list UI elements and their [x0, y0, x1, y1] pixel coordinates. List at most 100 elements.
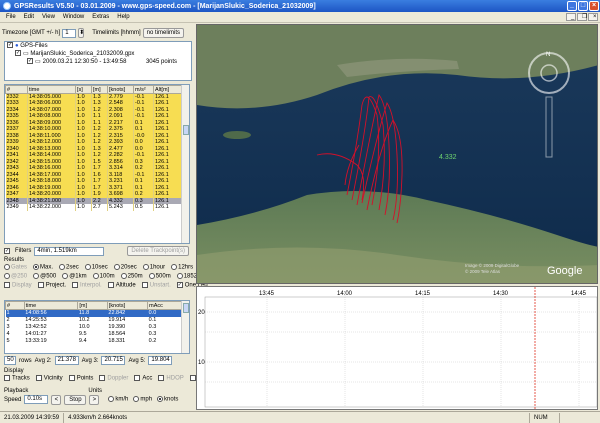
trackpoint-row[interactable]: 2342 14:38:15.000 1.0 1.5 2.856 0.3 126.1 [5, 158, 184, 165]
results-option[interactable]: Unstart. [141, 282, 171, 289]
trackpoint-row[interactable]: 2333 14:38:06.000 1.0 1.3 2.548 -0.1 126.1 [5, 100, 184, 107]
grid-col-header[interactable]: [s] [75, 85, 92, 94]
checkbox[interactable]: ✓ [176, 282, 183, 289]
results-table[interactable]: # time [m] [knots] mAcc 1 14:08:56 11.8 22.842 0… [4, 300, 190, 354]
display-option[interactable]: Acc [134, 375, 152, 382]
radio-button[interactable] [33, 264, 40, 271]
results-option[interactable]: 1hour [142, 264, 165, 271]
trackpoint-row[interactable]: 2336 14:38:09.000 1.0 1.1 2.217 0.1 126.1 [5, 119, 184, 126]
trackpoint-row[interactable]: 2339 14:38:12.000 1.0 1.2 2.393 0.0 126.1 [5, 139, 184, 146]
tree-session-checkbox[interactable]: ✓ [27, 58, 33, 64]
radio-button[interactable] [4, 264, 10, 271]
tree-file[interactable]: ✓ ▭ MarijanSlukic_Soderica_21032009.gpx [5, 50, 191, 58]
speed-graph[interactable]: 13:45 14:00 14:15 14:30 14:45 20 10 [196, 286, 598, 410]
trackpoint-row[interactable]: 2334 14:38:07.000 1.0 1.2 2.308 -0.1 126.1 [5, 106, 184, 113]
display-option[interactable]: Doppler [99, 375, 128, 382]
grid-scrollbar[interactable] [181, 85, 189, 243]
radio-button[interactable] [113, 264, 120, 271]
results-option[interactable]: Gates [4, 264, 27, 271]
results-row[interactable]: 3 13:42:52 10.0 19.390 0.3 [6, 324, 183, 331]
results-scrollbar[interactable] [181, 301, 189, 353]
radio-button[interactable] [133, 396, 140, 403]
results-option[interactable]: 12hrs [171, 264, 193, 271]
display-option[interactable]: Tracks [4, 375, 30, 382]
checkbox[interactable] [37, 282, 44, 289]
trackpoint-row[interactable]: 2335 14:38:08.000 1.0 1.1 2.091 -0.1 126.1 [5, 113, 184, 120]
menu-file[interactable]: File [2, 14, 20, 20]
results-col-header[interactable]: mAcc [147, 301, 183, 310]
play-back-button[interactable]: < [51, 394, 62, 405]
trackpoint-row[interactable]: 2340 14:38:13.000 1.0 1.3 2.477 0.0 126.1 [5, 145, 184, 152]
close-button[interactable]: × [589, 1, 599, 11]
results-option[interactable]: @500 [33, 273, 56, 280]
map-view[interactable]: N 4.332 Image © 2009 DigitalGlobe © 2009… [196, 24, 598, 284]
timezone-input[interactable]: 1 [62, 28, 77, 38]
results-option[interactable]: Interpol. [72, 282, 102, 289]
radio-button[interactable] [148, 273, 155, 280]
menu-window[interactable]: Window [59, 14, 88, 20]
checkbox[interactable] [158, 375, 165, 382]
trackpoint-row[interactable]: 2332 14:38:05.000 1.0 1.3 2.779 -0.1 126.1 [5, 93, 184, 100]
results-row[interactable]: 2 14:25:53 10.2 19.914 0.1 [6, 317, 183, 324]
results-option[interactable]: 500m [148, 273, 171, 280]
no-timelimits-button[interactable]: no timelimits [142, 28, 184, 38]
unit-option[interactable]: mph [133, 396, 152, 403]
checkbox[interactable] [107, 282, 114, 289]
grid-col-header[interactable]: # [5, 85, 28, 94]
speed-select[interactable]: 0.10s [24, 395, 49, 404]
trackpoint-row[interactable]: 2341 14:38:14.000 1.0 1.2 2.282 -0.1 126.1 [5, 152, 184, 159]
menu-edit[interactable]: Edit [20, 14, 38, 20]
checkbox[interactable] [141, 282, 148, 289]
radio-button[interactable] [4, 273, 10, 280]
radio-button[interactable] [33, 273, 40, 280]
radio-button[interactable] [108, 396, 115, 403]
menu-help[interactable]: Help [113, 14, 133, 20]
results-row[interactable]: 5 13:33:19 9.4 18.331 0.2 [6, 338, 183, 345]
display-option[interactable]: Vicinity [35, 375, 63, 382]
trackpoint-grid[interactable]: # time [s] [m] [knots] m/s² Alt[m] 2332 14:38:0… [4, 84, 190, 244]
checkbox[interactable] [189, 375, 196, 382]
menu-view[interactable]: View [38, 14, 59, 20]
results-col-header[interactable]: [knots] [106, 301, 149, 310]
radio-button[interactable] [62, 273, 69, 280]
checkbox[interactable] [4, 282, 10, 289]
results-option[interactable]: Display [4, 282, 32, 289]
mdi-minimize-button[interactable]: _ [566, 13, 576, 21]
results-option[interactable]: 250m [120, 273, 143, 280]
trackpoint-row[interactable]: 2347 14:38:20.000 1.0 1.9 3.698 0.2 126.1 [5, 191, 184, 198]
results-option[interactable]: Max. [33, 264, 53, 271]
grid-col-header[interactable]: [knots] [107, 85, 134, 94]
checkbox[interactable] [134, 375, 141, 382]
satellite-map[interactable]: N 4.332 Image © 2009 DigitalGlobe © 2009… [197, 25, 598, 284]
trackpoint-row[interactable]: 2343 14:38:16.000 1.0 1.7 3.314 0.2 126.1 [5, 165, 184, 172]
display-option[interactable]: Points [68, 375, 93, 382]
trackpoint-row[interactable]: 2344 14:38:17.000 1.0 1.6 3.118 -0.1 126.1 [5, 171, 184, 178]
radio-button[interactable] [120, 273, 127, 280]
results-row[interactable]: 1 14:08:56 11.8 22.842 0.0 [5, 309, 183, 317]
maximize-button[interactable]: □ [578, 1, 588, 11]
results-scroll-thumb[interactable] [183, 303, 189, 313]
grid-col-header[interactable]: [m] [91, 85, 108, 94]
trackpoint-row[interactable]: 2337 14:38:10.000 1.0 1.2 2.375 0.1 126.1 [5, 126, 184, 133]
rows-count-input[interactable]: 50 [4, 356, 16, 365]
play-forward-button[interactable]: > [89, 394, 100, 405]
results-option[interactable]: @1km [62, 273, 87, 280]
checkbox[interactable] [68, 375, 75, 382]
radio-button[interactable] [176, 273, 183, 280]
results-col-header[interactable]: # [5, 301, 25, 310]
trackpoint-row[interactable]: 2345 14:38:18.000 1.0 1.7 3.231 0.1 126.1 [5, 178, 184, 185]
filters-input[interactable]: 4min, 1.519km [34, 246, 105, 256]
results-col-header[interactable]: time [23, 301, 79, 310]
stop-button[interactable]: Stop [64, 394, 87, 405]
results-option[interactable]: @250 [4, 273, 27, 280]
menu-extras[interactable]: Extras [88, 14, 113, 20]
grid-scroll-thumb[interactable] [183, 125, 189, 135]
grid-col-header[interactable]: time [27, 85, 76, 94]
checkbox[interactable] [99, 375, 106, 382]
grid-col-header[interactable]: Alt[m] [153, 85, 184, 94]
trackpoint-row[interactable]: 2338 14:38:11.000 1.0 1.2 2.315 -0.0 126.1 [5, 132, 184, 139]
radio-button[interactable] [92, 273, 99, 280]
results-row[interactable]: 4 14:01:27 9.5 18.564 0.3 [6, 331, 183, 338]
trackpoint-row[interactable]: 2348 14:38:21.000 1.0 2.2 4.332 0.3 126.1 [5, 197, 184, 204]
grid-col-header[interactable]: m/s² [133, 85, 154, 94]
